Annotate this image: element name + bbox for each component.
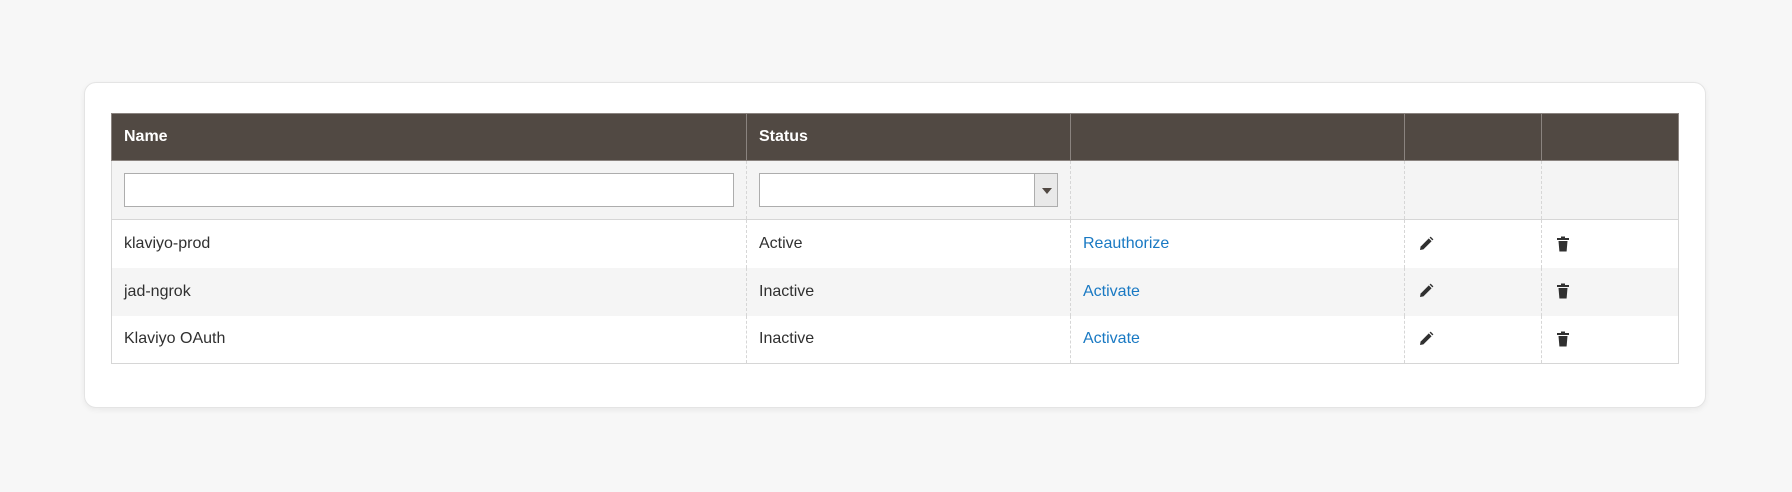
column-header-edit bbox=[1404, 113, 1542, 161]
column-header-status[interactable]: Status bbox=[746, 113, 1071, 161]
row-status: Inactive bbox=[746, 267, 1071, 316]
pencil-icon[interactable] bbox=[1417, 330, 1435, 348]
row-edit-cell bbox=[1404, 267, 1542, 316]
activate-link[interactable]: Activate bbox=[1083, 330, 1140, 347]
reauthorize-link[interactable]: Reauthorize bbox=[1083, 235, 1169, 252]
row-name: klaviyo-prod bbox=[111, 219, 747, 268]
row-status: Active bbox=[746, 219, 1071, 268]
row-edit-cell bbox=[1404, 315, 1542, 364]
name-filter-input[interactable] bbox=[124, 173, 734, 207]
row-action-cell: Activate bbox=[1070, 267, 1405, 316]
trash-icon[interactable] bbox=[1554, 330, 1572, 348]
row-name: jad-ngrok bbox=[111, 267, 747, 316]
row-action-cell: Activate bbox=[1070, 315, 1405, 364]
column-header-delete bbox=[1541, 113, 1679, 161]
pencil-icon[interactable] bbox=[1417, 235, 1435, 253]
row-delete-cell bbox=[1541, 219, 1679, 268]
table-row: Klaviyo OAuth Inactive Activate bbox=[111, 315, 1679, 364]
activate-link[interactable]: Activate bbox=[1083, 283, 1140, 300]
row-edit-cell bbox=[1404, 219, 1542, 268]
table-row: klaviyo-prod Active Reauthorize bbox=[111, 219, 1679, 268]
trash-icon[interactable] bbox=[1554, 282, 1572, 300]
table-row: jad-ngrok Inactive Activate bbox=[111, 267, 1679, 316]
row-delete-cell bbox=[1541, 267, 1679, 316]
grid-header-row: Name Status bbox=[111, 113, 1679, 161]
row-status: Inactive bbox=[746, 315, 1071, 364]
filter-cell-name bbox=[111, 160, 747, 220]
filter-cell-status bbox=[746, 160, 1071, 220]
row-name: Klaviyo OAuth bbox=[111, 315, 747, 364]
filter-cell-empty bbox=[1404, 160, 1542, 220]
status-filter-select[interactable] bbox=[759, 173, 1058, 207]
chevron-down-icon[interactable] bbox=[1034, 174, 1057, 206]
filter-cell-empty bbox=[1541, 160, 1679, 220]
pencil-icon[interactable] bbox=[1417, 282, 1435, 300]
column-header-name[interactable]: Name bbox=[111, 113, 747, 161]
column-header-activate bbox=[1070, 113, 1405, 161]
row-delete-cell bbox=[1541, 315, 1679, 364]
filter-cell-empty bbox=[1070, 160, 1405, 220]
filter-row bbox=[111, 160, 1679, 220]
trash-icon[interactable] bbox=[1554, 235, 1572, 253]
integrations-grid: Name Status klaviyo-prod Active Reauthor… bbox=[111, 113, 1679, 364]
row-action-cell: Reauthorize bbox=[1070, 219, 1405, 268]
